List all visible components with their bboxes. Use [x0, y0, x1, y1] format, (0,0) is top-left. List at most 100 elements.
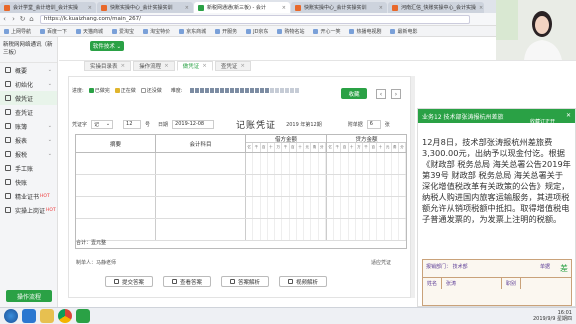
start-icon[interactable] [4, 309, 18, 323]
bookmark-item[interactable]: 上网导航 [4, 28, 31, 35]
prev-arrow-icon[interactable]: ‹ [376, 89, 386, 99]
voucher-number-input[interactable]: 12 [123, 119, 142, 129]
account-cell[interactable] [156, 153, 246, 174]
sidebar-item[interactable]: 概要 ⌄ [0, 63, 57, 77]
voucher-word-select[interactable]: 记 ⌄ [91, 119, 114, 129]
voucher-number-value: 12 [126, 121, 133, 127]
bookmark-item[interactable]: 爱淘宝 [112, 28, 134, 35]
refresh-icon[interactable]: ↻ [18, 15, 27, 23]
browser-tab[interactable]: 快账实操中心_会计实操实训 × [291, 2, 387, 13]
tab-close-icon[interactable]: × [376, 5, 383, 11]
collect-correct-link[interactable]: 收藏订正开 [530, 118, 555, 125]
sidebar-item[interactable]: 初始化 ⌄ [0, 77, 57, 91]
voucher-row[interactable] [76, 197, 407, 219]
hot-badge: HOT [40, 193, 50, 199]
digit-column-label: 十 [349, 143, 356, 152]
browser-tab[interactable]: 会计学堂_会计培训_会计实操 × [0, 2, 96, 13]
ie-icon[interactable] [22, 309, 36, 323]
close-icon[interactable]: × [202, 63, 207, 69]
bookmarks-bar: 上网导航 百度一下 天猫商城 爱淘宝 淘宝特价 京东商城 开服务 JD京东 购物名站 开心一笑 热播… [0, 26, 576, 37]
summary-cell[interactable] [76, 219, 156, 240]
sub-tab[interactable]: 做凭证 × [176, 61, 213, 71]
sub-tab[interactable]: 操作流程 × [133, 61, 175, 71]
debit-amount-cell[interactable] [246, 219, 327, 240]
account-cell[interactable] [156, 197, 246, 218]
tab-title: 会计学堂_会计培训_会计实操 [13, 5, 79, 11]
bookmark-item[interactable]: 百度一下 [40, 28, 67, 35]
voucher-row[interactable] [76, 153, 407, 175]
tab-close-icon[interactable]: × [85, 5, 92, 11]
account-cell[interactable] [156, 219, 246, 240]
menu-icon [5, 151, 11, 157]
bookmark-item[interactable]: 京东商城 [179, 28, 206, 35]
menu-icon [5, 67, 11, 73]
bookmark-item[interactable]: 天猫商城 [76, 28, 103, 35]
main-scrollbar[interactable] [411, 76, 415, 298]
sub-tab[interactable]: 实操目录表 × [84, 61, 132, 71]
tab-close-icon[interactable]: × [182, 5, 189, 11]
close-icon[interactable]: × [240, 63, 245, 69]
close-icon[interactable]: × [121, 63, 126, 69]
tab-close-icon[interactable]: × [476, 5, 483, 11]
debit-amount-cell[interactable] [246, 175, 327, 196]
bookmark-item[interactable]: 最新电影 [390, 28, 418, 35]
software-tech-dropdown[interactable]: 软件技术 ⌄ [90, 41, 124, 51]
credit-amount-cell[interactable] [327, 153, 407, 174]
bookmark-item[interactable]: 开服务 [215, 28, 237, 35]
digit-column-label: 分 [319, 143, 326, 152]
debit-amount-cell[interactable] [246, 153, 327, 174]
debit-amount-cell[interactable] [246, 197, 327, 218]
credit-amount-cell[interactable] [327, 219, 407, 240]
attach-count-input[interactable]: 6 [366, 119, 381, 129]
submit-answer-button[interactable]: 提交答案 [105, 276, 154, 287]
bookmark-item[interactable]: JD京东 [246, 28, 268, 35]
sidebar-item[interactable]: 账簿 ⌄ [0, 119, 57, 133]
sub-tab[interactable]: 查凭证 × [214, 61, 251, 71]
bookmark-item[interactable]: 购物名站 [277, 28, 304, 35]
home-icon[interactable]: ⌂ [27, 15, 36, 23]
bookmark-label: 上网导航 [11, 28, 32, 35]
back-icon[interactable]: ‹ [0, 15, 9, 23]
sidebar-item[interactable]: 报税 ⌄ [0, 147, 57, 161]
bookmark-item[interactable]: 热播电视剧 [349, 28, 381, 35]
sidebar-item[interactable]: 手工账 [0, 161, 57, 175]
close-icon[interactable]: ✕ [566, 112, 571, 119]
sidebar-item[interactable]: 精业证书 HOT [0, 189, 57, 203]
bookmark-item[interactable]: 开心一笑 [313, 28, 340, 35]
answer-analysis-button[interactable]: 答案解析 [221, 276, 270, 287]
difficulty-meter [190, 87, 300, 93]
browser-tab[interactable]: 河南汇信_快账实操中心_会计实操 × [388, 2, 484, 13]
credit-amount-cell[interactable] [327, 175, 407, 196]
view-answer-button[interactable]: 查看答案 [163, 276, 212, 287]
voucher-row[interactable] [76, 175, 407, 197]
sidebar-item[interactable]: 快账 [0, 175, 57, 189]
date-input[interactable]: 2019-12-08 [172, 119, 215, 129]
voucher-row[interactable] [76, 219, 407, 241]
browser-tab[interactable]: 新税网通通(新三板) - 会计 × [194, 2, 290, 13]
app-icon[interactable] [76, 309, 90, 323]
sidebar-item[interactable]: 查凭证 [0, 105, 57, 119]
tab-close-icon[interactable]: × [279, 5, 286, 11]
collect-button[interactable]: 收藏 [341, 88, 367, 99]
bookmark-label: 热播电视剧 [356, 28, 382, 35]
credit-amount-cell[interactable] [327, 197, 407, 218]
url-input[interactable]: https://k.kuaizhang.com/main_267/ [40, 14, 470, 24]
summary-cell[interactable] [76, 153, 156, 174]
close-icon[interactable]: × [164, 63, 169, 69]
sidebar-item[interactable]: 做凭证 [0, 91, 57, 105]
explorer-icon[interactable] [40, 309, 54, 323]
operation-flow-button[interactable]: 操作流程 [6, 290, 52, 302]
sidebar-item[interactable]: 实操上岗证 HOT [0, 203, 57, 217]
digit-column-label: 千 [282, 143, 290, 152]
account-cell[interactable] [156, 175, 246, 196]
chrome-icon[interactable] [58, 309, 72, 323]
browser-tab[interactable]: 快账实操中心_会计实操实训 × [97, 2, 193, 13]
summary-cell[interactable] [76, 175, 156, 196]
bookmark-item[interactable]: 淘宝特价 [143, 28, 170, 35]
forward-icon[interactable]: › [9, 15, 18, 23]
bookmark-icon [390, 28, 396, 34]
summary-cell[interactable] [76, 197, 156, 218]
video-analysis-button[interactable]: 视频解析 [279, 276, 328, 287]
sidebar-item[interactable]: 报表 ⌄ [0, 133, 57, 147]
next-arrow-icon[interactable]: › [391, 89, 401, 99]
